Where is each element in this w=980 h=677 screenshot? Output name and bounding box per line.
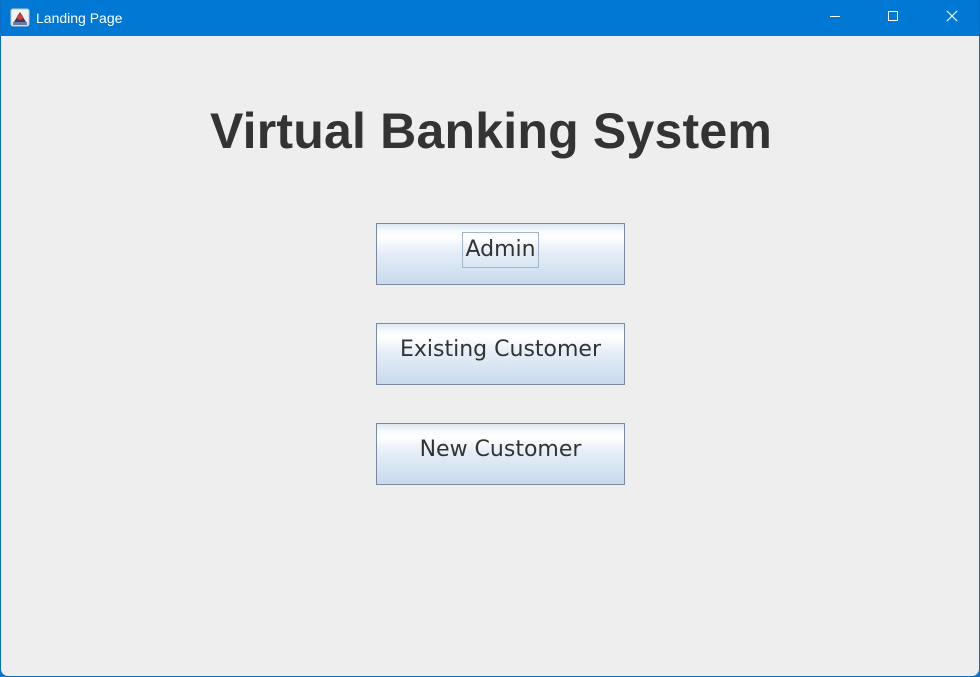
close-button[interactable]: [923, 0, 979, 36]
title-bar[interactable]: Landing Page: [1, 0, 979, 36]
java-app-icon: [10, 8, 30, 27]
minimize-button[interactable]: [806, 0, 864, 36]
new-customer-button-label: New Customer: [419, 437, 582, 462]
page-title: Virtual Banking System: [210, 103, 772, 159]
new-customer-button[interactable]: New Customer: [376, 423, 625, 485]
existing-customer-button[interactable]: Existing Customer: [376, 323, 625, 385]
admin-button[interactable]: Admin: [376, 223, 625, 285]
existing-customer-button-label: Existing Customer: [400, 337, 601, 362]
close-icon: [946, 9, 958, 27]
minimize-icon: [829, 9, 841, 27]
maximize-icon: [887, 9, 899, 27]
maximize-button[interactable]: [864, 0, 922, 36]
window-title: Landing Page: [36, 10, 123, 26]
admin-button-label: Admin: [462, 232, 539, 268]
app-window: Landing Page Virtual Banking System Admi…: [0, 0, 980, 677]
